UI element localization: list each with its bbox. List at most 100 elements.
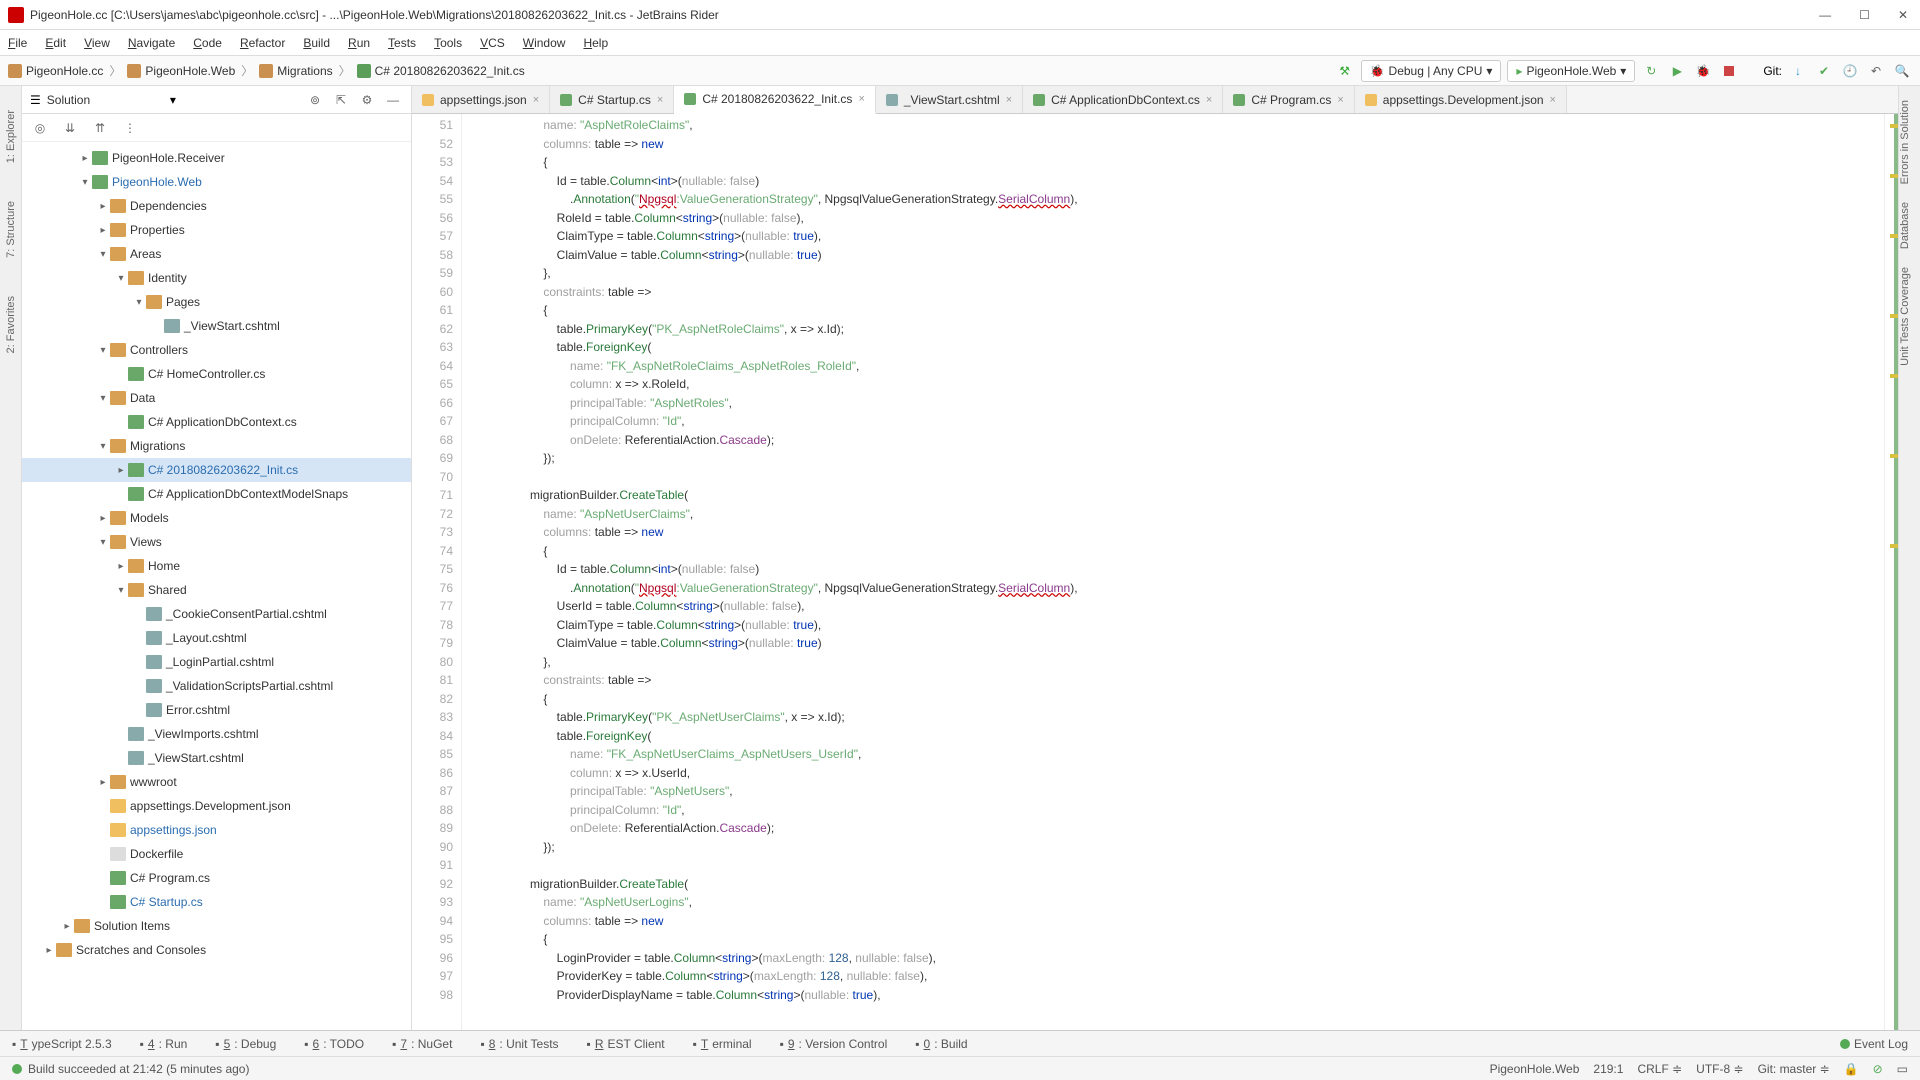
status-caret-pos[interactable]: 219:1 [1593, 1062, 1623, 1076]
status-encoding[interactable]: UTF-8 ≑ [1696, 1062, 1743, 1076]
minimize-button[interactable]: — [1815, 8, 1835, 22]
close-icon[interactable]: × [1206, 94, 1212, 106]
inspect-ok-icon[interactable]: ⊘ [1873, 1062, 1883, 1076]
tree-item[interactable]: ▸Dependencies [22, 194, 411, 218]
tree-item[interactable]: ▸Models [22, 506, 411, 530]
tree-arrow-icon[interactable]: ▸ [114, 465, 128, 476]
tree-item[interactable]: Dockerfile [22, 842, 411, 866]
gear-icon[interactable]: ⚙ [357, 90, 377, 110]
tree-arrow-icon[interactable]: ▾ [78, 177, 92, 188]
close-icon[interactable]: × [657, 94, 663, 106]
code-content[interactable]: name: "AspNetRoleClaims", columns: table… [484, 114, 1884, 1030]
tree-arrow-icon[interactable]: ▾ [96, 537, 110, 548]
tree-item[interactable]: Error.cshtml [22, 698, 411, 722]
menu-refactor[interactable]: Refactor [240, 36, 285, 50]
tree-arrow-icon[interactable]: ▾ [96, 249, 110, 260]
tree-item[interactable]: C# ApplicationDbContext.cs [22, 410, 411, 434]
bottom-tab[interactable]: ▪ REST Client [587, 1037, 665, 1051]
tree-arrow-icon[interactable]: ▸ [96, 777, 110, 788]
menu-navigate[interactable]: Navigate [128, 36, 175, 50]
bottom-tab[interactable]: ▪ 6: TODO [304, 1037, 364, 1051]
tree-item[interactable]: C# ApplicationDbContextModelSnaps [22, 482, 411, 506]
tree-arrow-icon[interactable]: ▸ [42, 945, 56, 956]
code-editor[interactable]: 5152535455565758596061626364656667686970… [412, 114, 1898, 1030]
side-tab[interactable]: Unit Tests Coverage [1899, 263, 1911, 370]
tree-item[interactable]: _ViewStart.cshtml [22, 746, 411, 770]
build-config-select[interactable]: 🐞 Debug | Any CPU ▾ [1361, 60, 1502, 82]
tree-arrow-icon[interactable]: ▸ [96, 225, 110, 236]
bottom-tab[interactable]: ▪ 0: Build [915, 1037, 967, 1051]
tree-item[interactable]: ▾Identity [22, 266, 411, 290]
menu-tools[interactable]: Tools [434, 36, 462, 50]
side-tab[interactable]: 2: Favorites [5, 292, 17, 357]
hammer-icon[interactable]: ⚒ [1335, 61, 1355, 81]
vcs-revert-icon[interactable]: ↶ [1866, 61, 1886, 81]
tree-item[interactable]: _Layout.cshtml [22, 626, 411, 650]
tree-item[interactable]: ▸C# 20180826203622_Init.cs [22, 458, 411, 482]
tree-arrow-icon[interactable]: ▸ [96, 513, 110, 524]
close-icon[interactable]: × [533, 94, 539, 106]
tree-arrow-icon[interactable]: ▸ [78, 153, 92, 164]
tree-item[interactable]: ▸Home [22, 554, 411, 578]
tree-item[interactable]: _LoginPartial.cshtml [22, 650, 411, 674]
bottom-tab[interactable]: ▪ TypeScript 2.5.3 [12, 1037, 112, 1051]
run-button[interactable]: ↻ [1641, 61, 1661, 81]
solution-tree[interactable]: ▸PigeonHole.Receiver▾PigeonHole.Web▸Depe… [22, 142, 411, 1030]
marker-column[interactable] [1884, 114, 1898, 1030]
tree-item[interactable]: C# HomeController.cs [22, 362, 411, 386]
tree-item[interactable]: ▸Solution Items [22, 914, 411, 938]
stop-button[interactable] [1719, 61, 1739, 81]
menu-file[interactable]: File [8, 36, 27, 50]
tree-item[interactable]: _CookieConsentPartial.cshtml [22, 602, 411, 626]
menu-code[interactable]: Code [193, 36, 222, 50]
editor-tab[interactable]: C# Startup.cs× [550, 86, 674, 113]
menu-edit[interactable]: Edit [45, 36, 66, 50]
tree-arrow-icon[interactable]: ▾ [96, 393, 110, 404]
editor-tab[interactable]: C# Program.cs× [1223, 86, 1354, 113]
editor-tab[interactable]: C# 20180826203622_Init.cs× [674, 86, 876, 114]
tree-item[interactable]: ▾Views [22, 530, 411, 554]
tree-item[interactable]: _ViewStart.cshtml [22, 314, 411, 338]
tree-item[interactable]: _ValidationScriptsPartial.cshtml [22, 674, 411, 698]
tree-item[interactable]: ▸PigeonHole.Receiver [22, 146, 411, 170]
menu-window[interactable]: Window [523, 36, 566, 50]
bottom-tab[interactable]: ▪ 9: Version Control [780, 1037, 888, 1051]
tree-item[interactable]: ▾PigeonHole.Web [22, 170, 411, 194]
tree-arrow-icon[interactable]: ▸ [114, 561, 128, 572]
panel-menu-icon[interactable]: ☰ [30, 93, 41, 107]
tree-arrow-icon[interactable]: ▾ [114, 585, 128, 596]
tree-item[interactable]: ▸Scratches and Consoles [22, 938, 411, 962]
breadcrumb-item[interactable]: PigeonHole.Web [127, 64, 235, 78]
close-icon[interactable]: × [858, 93, 864, 105]
menu-view[interactable]: View [84, 36, 110, 50]
bottom-tab[interactable]: ▪ Terminal [693, 1037, 752, 1051]
close-button[interactable]: ✕ [1894, 8, 1912, 22]
vcs-history-icon[interactable]: 🕘 [1840, 61, 1860, 81]
side-tab[interactable]: Errors in Solution [1899, 96, 1911, 188]
side-tab[interactable]: Database [1899, 198, 1911, 253]
tree-arrow-icon[interactable]: ▾ [96, 441, 110, 452]
bottom-tab[interactable]: ▪ 7: NuGet [392, 1037, 452, 1051]
status-branch[interactable]: Git: master ≑ [1758, 1062, 1830, 1076]
tree-item[interactable]: appsettings.Development.json [22, 794, 411, 818]
side-tab[interactable]: 1: Explorer [5, 106, 17, 167]
bottom-tab[interactable]: ▪ 5: Debug [215, 1037, 276, 1051]
tree-item[interactable]: C# Startup.cs [22, 890, 411, 914]
bottom-tab[interactable]: ▪ 8: Unit Tests [480, 1037, 558, 1051]
tree-item[interactable]: C# Program.cs [22, 866, 411, 890]
tree-item[interactable]: ▾Migrations [22, 434, 411, 458]
menu-build[interactable]: Build [303, 36, 330, 50]
tree-item[interactable]: ▾Controllers [22, 338, 411, 362]
side-tab[interactable]: 7: Structure [5, 197, 17, 262]
memory-icon[interactable]: ▭ [1897, 1062, 1908, 1076]
tree-arrow-icon[interactable]: ▾ [96, 345, 110, 356]
close-icon[interactable]: × [1337, 94, 1343, 106]
tree-arrow-icon[interactable]: ▾ [114, 273, 128, 284]
vcs-commit-icon[interactable]: ✔ [1814, 61, 1834, 81]
lock-icon[interactable]: 🔒 [1844, 1062, 1859, 1076]
breadcrumb-item[interactable]: C# 20180826203622_Init.cs [357, 64, 525, 78]
editor-tab[interactable]: C# ApplicationDbContext.cs× [1023, 86, 1223, 113]
editor-tab[interactable]: appsettings.Development.json× [1355, 86, 1567, 113]
tree-item[interactable]: ▸Properties [22, 218, 411, 242]
tree-arrow-icon[interactable]: ▾ [132, 297, 146, 308]
